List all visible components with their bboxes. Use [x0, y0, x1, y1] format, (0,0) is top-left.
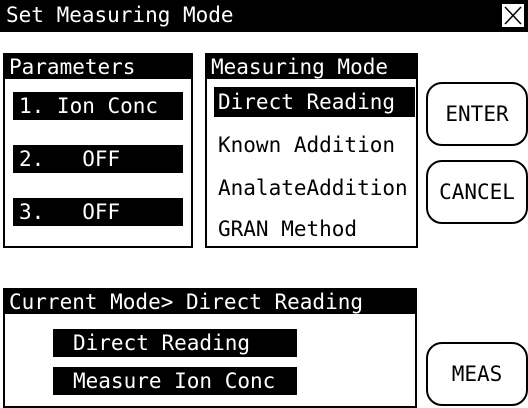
mode-option-gran-method[interactable]: GRAN Method [214, 214, 415, 244]
parameter-item-2[interactable]: 2. OFF [13, 145, 183, 173]
meas-button[interactable]: MEAS [426, 342, 528, 406]
mode-option-direct-reading[interactable]: Direct Reading [214, 87, 415, 117]
enter-button[interactable]: ENTER [426, 82, 528, 146]
current-mode-line-2: Measure Ion Conc [53, 367, 297, 395]
parameter-item-3[interactable]: 3. OFF [13, 198, 183, 226]
parameter-item-1[interactable]: 1. Ion Conc [13, 92, 183, 120]
cancel-button[interactable]: CANCEL [426, 160, 528, 224]
close-button[interactable] [501, 3, 525, 28]
mode-option-analate-addition[interactable]: AnalateAddition [214, 173, 415, 203]
current-mode-line-1: Direct Reading [53, 329, 297, 357]
parameters-header: Parameters [5, 55, 191, 79]
close-icon[interactable] [502, 4, 524, 27]
mode-option-known-addition[interactable]: Known Addition [214, 130, 415, 160]
current-mode-header: Current Mode> Direct Reading [5, 290, 415, 314]
measuring-mode-header: Measuring Mode [207, 55, 416, 79]
window-title: Set Measuring Mode [6, 3, 234, 27]
